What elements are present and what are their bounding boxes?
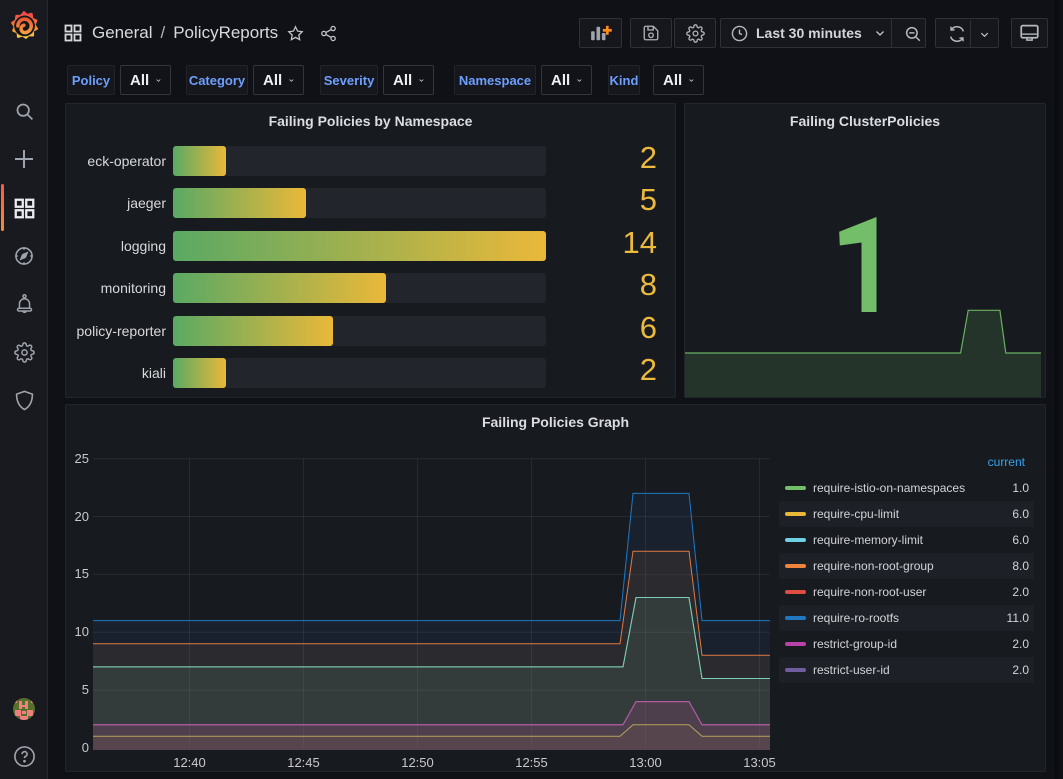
svg-text:13:00: 13:00 (629, 755, 662, 770)
svg-text:15: 15 (75, 566, 89, 581)
svg-text:20: 20 (75, 509, 89, 524)
svg-text:12:50: 12:50 (401, 755, 434, 770)
svg-text:12:40: 12:40 (173, 755, 206, 770)
svg-text:5: 5 (82, 682, 89, 697)
svg-text:25: 25 (75, 451, 89, 466)
svg-text:13:05: 13:05 (743, 755, 776, 770)
svg-text:12:55: 12:55 (515, 755, 548, 770)
svg-text:0: 0 (82, 740, 89, 755)
svg-text:12:45: 12:45 (287, 755, 320, 770)
svg-text:10: 10 (75, 624, 89, 639)
